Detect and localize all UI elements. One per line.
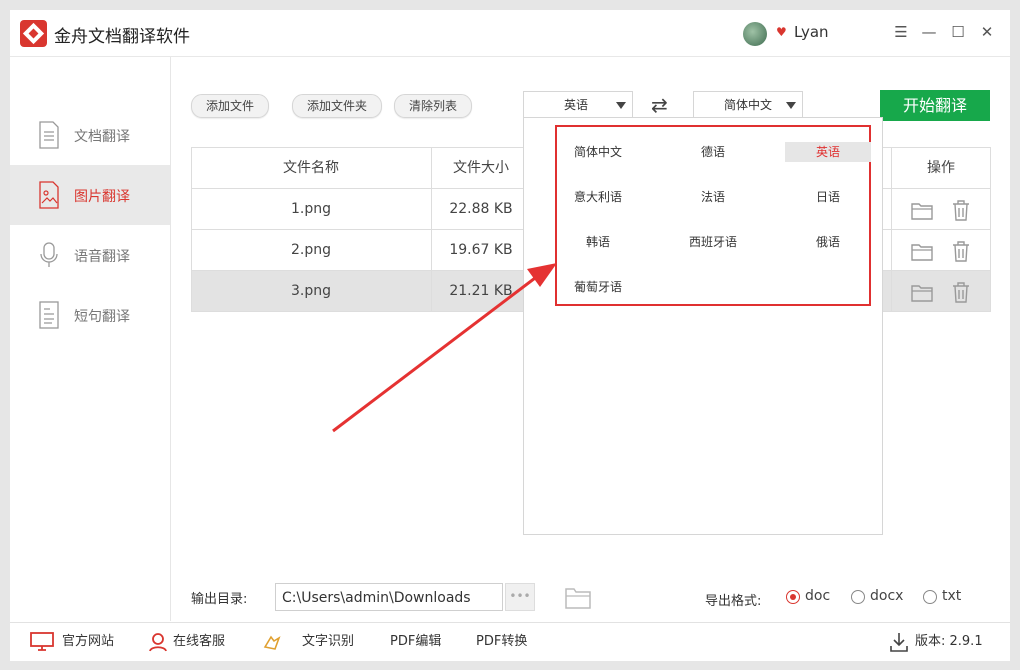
start-translate-button[interactable]: 开始翻译 [880, 90, 990, 121]
sidebar-item-label: 短句翻译 [74, 309, 130, 325]
close-button[interactable]: ✕ [976, 21, 998, 43]
radio-docx[interactable] [851, 590, 865, 604]
monitor-icon [30, 632, 54, 651]
sidebar-item-voice[interactable]: 语音翻译 [10, 225, 170, 285]
trash-icon[interactable] [950, 240, 972, 262]
table-divider [990, 147, 991, 311]
column-header-name: 文件名称 [283, 160, 339, 176]
ocr-link[interactable]: 文字识别 [302, 623, 354, 661]
sidebar-item-document[interactable]: 文档翻译 [10, 105, 170, 165]
column-header-size: 文件大小 [453, 160, 509, 176]
folder-icon[interactable] [911, 240, 933, 262]
file-name: 3.png [290, 283, 331, 299]
file-size: 19.67 KB [449, 242, 513, 258]
trash-icon[interactable] [950, 281, 972, 303]
minimize-button[interactable]: — [918, 21, 940, 43]
heart-icon: ♥ [776, 25, 787, 39]
radio-label: docx [870, 588, 904, 604]
sidebar-item-label: 语音翻译 [74, 249, 130, 265]
pdf-convert-link[interactable]: PDF转换 [476, 623, 527, 661]
trash-icon[interactable] [950, 199, 972, 221]
bottom-bar: 官方网站 在线客服 文字识别 PDF编辑 PDF转换 版本: 2.9.1 [10, 622, 1010, 661]
language-option[interactable]: 法语 [670, 187, 756, 207]
clear-list-button[interactable]: 清除列表 [394, 94, 473, 118]
folder-icon[interactable] [911, 199, 933, 221]
radio-txt[interactable] [923, 590, 937, 604]
target-language-value: 简体中文 [724, 98, 773, 112]
table-divider [191, 147, 192, 311]
microphone-icon [40, 242, 58, 267]
sidebar: 文档翻译 图片翻译 语音翻译 短句翻译 [10, 57, 171, 621]
output-path-field[interactable]: C:\Users\admin\Downloads [275, 583, 503, 611]
table-divider [891, 147, 892, 311]
folder-icon[interactable] [565, 585, 591, 609]
image-icon [39, 181, 59, 209]
radio-label: txt [942, 588, 962, 604]
menu-icon[interactable]: ☰ [890, 21, 912, 43]
version-label: 版本: 2.9.1 [915, 634, 983, 649]
language-option[interactable]: 德语 [670, 142, 756, 162]
browse-button[interactable]: ••• [505, 583, 535, 611]
main-panel: 添加文件 添加文件夹 清除列表 英语 ⇄ 简体中文 开始翻译 文件名称 文件大小… [171, 57, 1010, 621]
swap-icon[interactable]: ⇄ [651, 93, 668, 117]
language-option[interactable]: 葡萄牙语 [555, 277, 641, 297]
chevron-down-icon [786, 102, 796, 109]
text-icon [39, 301, 59, 329]
file-size: 21.21 KB [449, 283, 513, 299]
language-option[interactable]: 日语 [785, 187, 871, 207]
app-window: 金舟文档翻译软件 ♥ Lyan ☰ — ☐ ✕ 文档翻译 图片翻译 语音翻译 短… [10, 10, 1010, 661]
pdf-edit-link[interactable]: PDF编辑 [390, 623, 441, 661]
column-header-ops: 操作 [927, 160, 955, 176]
title-bar: 金舟文档翻译软件 ♥ Lyan ☰ — ☐ ✕ [10, 10, 1010, 57]
source-language-select[interactable]: 英语 [523, 91, 633, 120]
user-icon [149, 633, 167, 652]
download-icon[interactable] [890, 632, 908, 652]
sidebar-item-label: 图片翻译 [74, 189, 130, 205]
sidebar-item-image[interactable]: 图片翻译 [10, 165, 170, 225]
language-option[interactable]: 简体中文 [555, 142, 641, 162]
chevron-down-icon [616, 102, 626, 109]
folder-icon[interactable] [911, 281, 933, 303]
table-divider [431, 147, 432, 311]
sidebar-item-sentence[interactable]: 短句翻译 [10, 285, 170, 345]
app-title: 金舟文档翻译软件 [54, 27, 190, 47]
sidebar-item-label: 文档翻译 [74, 129, 130, 145]
official-site-link[interactable]: 官方网站 [62, 623, 114, 661]
language-option-selected[interactable]: 英语 [785, 142, 871, 162]
add-file-button[interactable]: 添加文件 [191, 94, 270, 118]
add-folder-button[interactable]: 添加文件夹 [292, 94, 383, 118]
file-name: 2.png [290, 242, 331, 258]
output-dir-label: 输出目录: [191, 592, 248, 607]
ocr-icon [263, 635, 281, 650]
export-format-label: 导出格式: [705, 594, 762, 609]
radio-label: doc [805, 588, 831, 604]
file-name: 1.png [290, 201, 331, 217]
app-logo-icon [20, 20, 47, 47]
avatar[interactable] [743, 22, 767, 46]
maximize-button[interactable]: ☐ [947, 21, 969, 43]
file-size: 22.88 KB [449, 201, 513, 217]
language-option[interactable]: 意大利语 [555, 187, 641, 207]
language-dropdown: 简体中文 德语 英语 意大利语 法语 日语 韩语 西班牙语 俄语 葡萄牙语 [523, 117, 883, 535]
target-language-select[interactable]: 简体中文 [693, 91, 803, 120]
language-option[interactable]: 西班牙语 [670, 232, 756, 252]
source-language-value: 英语 [564, 98, 589, 112]
radio-doc[interactable] [786, 590, 800, 604]
language-option[interactable]: 韩语 [555, 232, 641, 252]
language-option[interactable]: 俄语 [785, 232, 871, 252]
username[interactable]: Lyan [794, 23, 829, 41]
document-icon [39, 121, 59, 149]
online-service-link[interactable]: 在线客服 [173, 623, 225, 661]
